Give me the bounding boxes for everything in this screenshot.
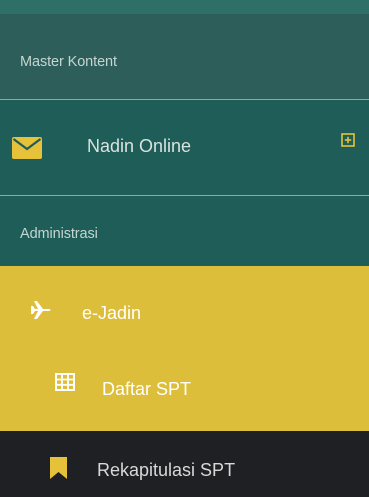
plane-icon: [31, 301, 51, 319]
sidebar-item-e-jadin[interactable]: e-Jadin: [0, 266, 369, 359]
section-header-administrasi: Administrasi: [20, 226, 98, 242]
sidebar-item-rekapitulasi-spt[interactable]: Rekapitulasi SPT: [0, 431, 369, 497]
sidebar-item-label: Rekapitulasi SPT: [97, 460, 236, 480]
sidebar-item-label: e-Jadin: [82, 303, 142, 323]
sidebar-item-nadin-online[interactable]: Nadin Online: [0, 100, 369, 195]
plus-square-icon[interactable]: [341, 133, 355, 147]
sidebar-item-label: Nadin Online: [87, 136, 192, 156]
sidebar: Master Kontent Nadin Online Administrasi…: [0, 0, 369, 497]
bookmark-icon: [50, 457, 67, 479]
envelope-icon: [12, 137, 42, 159]
section-header-master-kontent: Master Kontent: [20, 54, 117, 70]
sidebar-item-label: Daftar SPT: [102, 379, 192, 399]
sidebar-top-edge: [0, 0, 369, 14]
sidebar-item-daftar-spt[interactable]: Daftar SPT: [0, 359, 369, 431]
table-icon: [55, 373, 75, 391]
